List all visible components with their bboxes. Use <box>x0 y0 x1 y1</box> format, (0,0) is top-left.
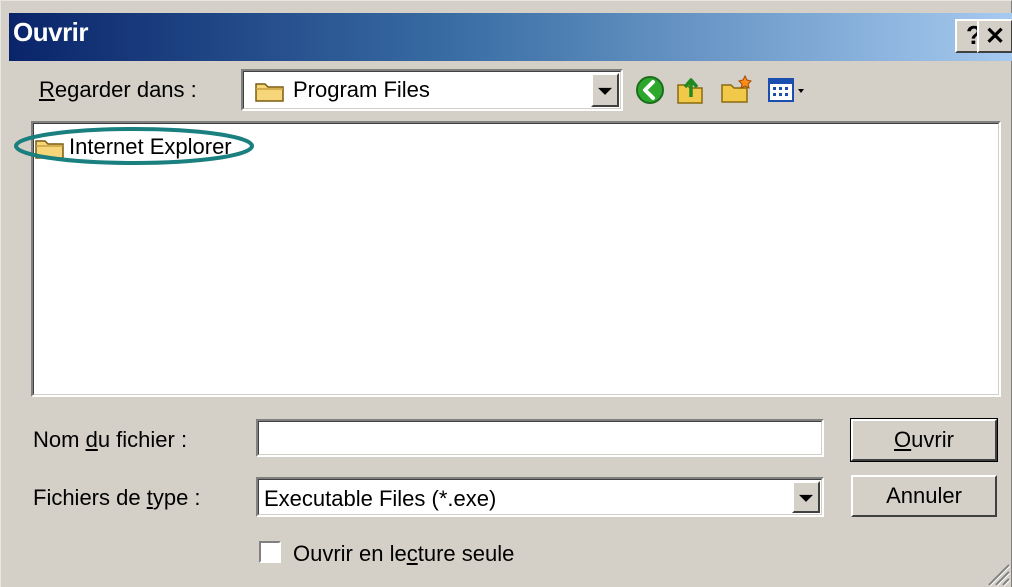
close-button[interactable]: ✕ <box>977 19 1012 53</box>
view-menu-icon[interactable] <box>765 73 811 107</box>
up-folder-icon[interactable] <box>673 73 707 107</box>
chevron-down-icon <box>799 494 813 502</box>
open-button[interactable]: Ouvrir <box>850 418 998 462</box>
cancel-button[interactable]: Annuler <box>851 475 997 517</box>
lookin-combo[interactable]: Program Files <box>241 69 623 111</box>
highlight-ellipse <box>14 127 254 165</box>
folder-icon <box>255 80 285 102</box>
filename-label: Nom du fichier : <box>33 427 188 452</box>
filetype-dropdown-button[interactable] <box>792 481 820 513</box>
filetype-label: Fichiers de type : <box>33 485 201 510</box>
lookin-label: Regarder dans : <box>39 77 197 102</box>
new-folder-icon[interactable] <box>719 73 753 107</box>
filename-input[interactable] <box>256 419 824 457</box>
open-dialog: Ouvrir ? ✕ Regarder dans : Program Files… <box>0 0 1012 587</box>
readonly-label[interactable]: Ouvrir en lecture seule <box>293 541 514 567</box>
dialog-title: Ouvrir <box>13 17 89 47</box>
title-bar[interactable]: Ouvrir ? ✕ <box>9 13 1012 61</box>
filetype-value: Executable Files (*.exe) <box>264 486 497 511</box>
lookin-dropdown-button[interactable] <box>591 73 619 107</box>
resize-grip-icon[interactable] <box>983 559 1011 587</box>
readonly-checkbox[interactable] <box>259 541 281 563</box>
close-icon: ✕ <box>984 23 1006 50</box>
chevron-down-icon <box>598 87 612 95</box>
lookin-value: Program Files <box>293 77 430 102</box>
filetype-select[interactable]: Executable Files (*.exe) <box>256 477 824 517</box>
back-icon[interactable] <box>633 73 667 107</box>
